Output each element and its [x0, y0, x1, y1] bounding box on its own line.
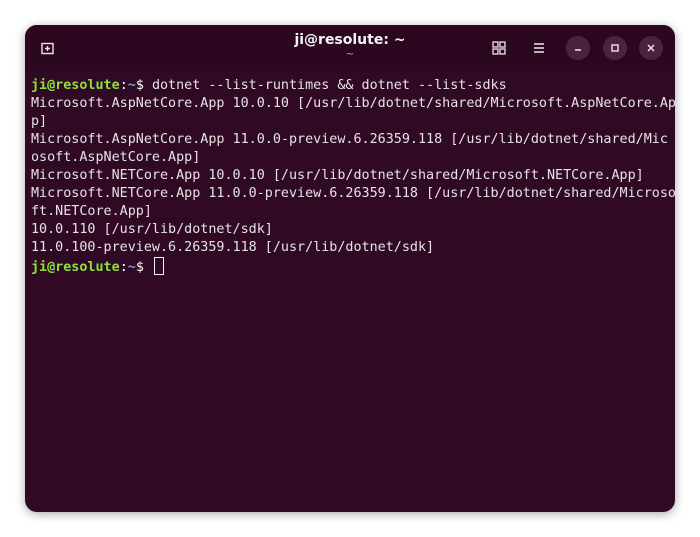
output-line: Microsoft.NETCore.App 10.0.10 [/usr/lib/… — [31, 168, 644, 183]
output-line: 11.0.100-preview.6.26359.118 [/usr/lib/d… — [31, 240, 435, 255]
output-line: ft.NETCore.App] — [31, 204, 152, 219]
window-title: ji@resolute: ~ — [294, 32, 406, 48]
close-icon — [647, 44, 655, 52]
terminal-output-area[interactable]: ji@resolute:~$ dotnet --list-runtimes &&… — [31, 77, 675, 507]
window-subtitle: ~ — [345, 49, 355, 60]
prompt-user: ji@resolute — [31, 260, 120, 275]
output-line: Microsoft.AspNetCore.App 11.0.0-preview.… — [31, 132, 668, 147]
new-tab-button[interactable] — [33, 34, 63, 62]
maximize-button[interactable] — [603, 36, 627, 60]
output-line: osoft.AspNetCore.App] — [31, 150, 201, 165]
output-line: Microsoft.NETCore.App 11.0.0-preview.6.2… — [31, 186, 675, 201]
prompt-dollar: $ — [135, 260, 152, 275]
main-menu-button[interactable] — [524, 34, 554, 62]
output-line: Microsoft.AspNetCore.App 10.0.10 [/usr/l… — [31, 96, 675, 111]
prompt-dollar: $ — [135, 78, 152, 93]
grid-icon — [492, 41, 506, 55]
prompt-path: ~ — [127, 260, 136, 275]
view-switcher-button[interactable] — [484, 34, 514, 62]
plus-in-box-icon — [41, 42, 54, 55]
command-text: dotnet --list-runtimes && dotnet --list-… — [151, 78, 507, 93]
prompt-separator: : — [119, 260, 128, 275]
prompt-user: ji@resolute — [31, 78, 120, 93]
prompt-path: ~ — [127, 78, 136, 93]
prompt-line: ji@resolute:~$ — [31, 257, 671, 275]
minimize-icon — [575, 49, 581, 51]
title-bar: ji@resolute: ~ ~ — [25, 25, 675, 71]
minimize-button[interactable] — [566, 36, 590, 60]
hamburger-menu-icon — [534, 43, 544, 53]
window-title-area: ji@resolute: ~ ~ — [200, 31, 500, 61]
close-button[interactable] — [639, 36, 663, 60]
command-line: ji@resolute:~$ dotnet --list-runtimes &&… — [31, 77, 671, 95]
terminal-window: ji@resolute: ~ ~ ji@resolute:~$ dotnet -… — [25, 25, 675, 512]
output-line: p] — [31, 114, 48, 129]
output-line: 10.0.110 [/usr/lib/dotnet/sdk] — [31, 222, 273, 237]
text-cursor — [153, 257, 164, 275]
prompt-separator: : — [119, 78, 128, 93]
maximize-icon — [611, 44, 619, 52]
